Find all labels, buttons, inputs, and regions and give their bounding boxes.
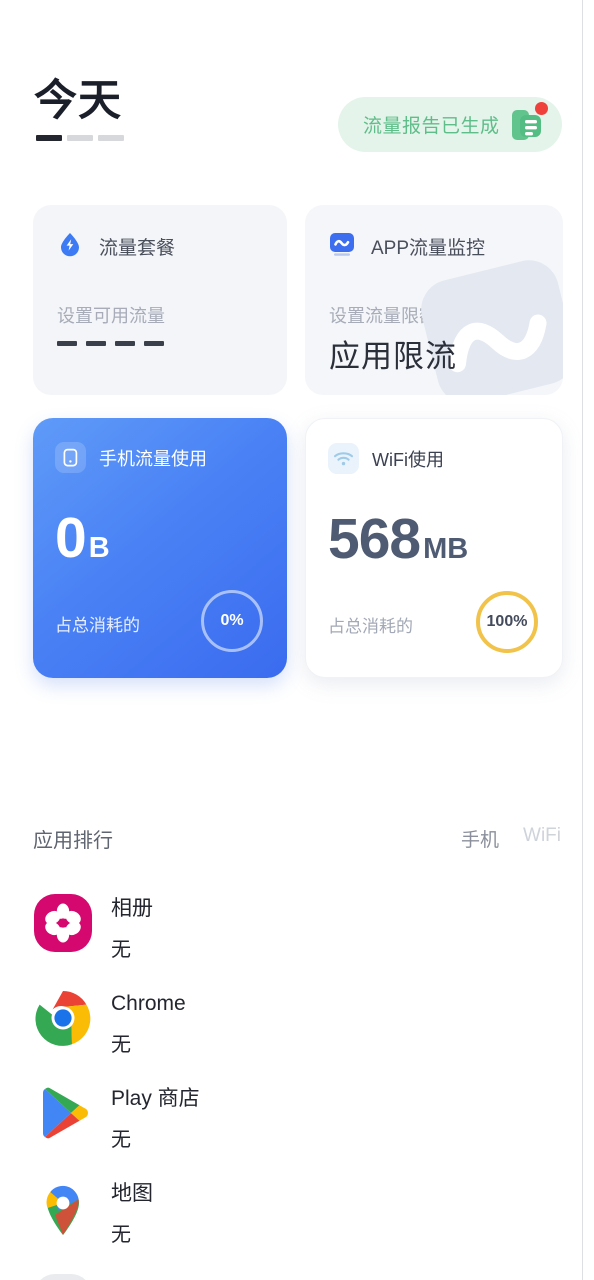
wifi-usage-unit: MB bbox=[423, 533, 469, 565]
app-ranking-list: 相册 无 Chrome 无 Play 商店 无 地图 无 bbox=[0, 886, 582, 1280]
play-store-icon bbox=[34, 1084, 92, 1142]
mobile-data-usage-footer: 占总消耗的 bbox=[55, 616, 140, 635]
app-name: Play 商店 bbox=[111, 1087, 200, 1110]
list-item[interactable]: 相册 无 bbox=[0, 886, 582, 981]
app-usage: 无 bbox=[111, 1034, 131, 1056]
title-block: 今天 bbox=[34, 76, 124, 141]
wifi-icon bbox=[328, 443, 359, 474]
notification-dot bbox=[535, 102, 548, 115]
data-plan-card[interactable]: 流量套餐 设置可用流量 bbox=[33, 205, 287, 395]
page-header: 今天 流量报告已生成 bbox=[0, 76, 582, 172]
mobile-data-usage-unit: B bbox=[88, 532, 110, 564]
list-item-text: Chrome 无 bbox=[111, 989, 186, 1060]
list-item[interactable]: Chrome 无 bbox=[0, 981, 582, 1076]
traffic-report-button[interactable]: 流量报告已生成 bbox=[338, 97, 562, 152]
app-traffic-monitor-card-title: APP流量监控 bbox=[371, 238, 486, 259]
partial-icon bbox=[34, 1274, 92, 1280]
water-drop-bolt-icon bbox=[57, 231, 83, 262]
data-plan-card-value-placeholder bbox=[57, 341, 164, 346]
list-item[interactable]: Play 商店 无 bbox=[0, 1076, 582, 1171]
mobile-data-usage-value: 0 B bbox=[55, 510, 110, 567]
traffic-report-label: 流量报告已生成 bbox=[363, 116, 500, 137]
app-usage: 无 bbox=[111, 939, 131, 961]
data-usage-screen: 今天 流量报告已生成 流量套餐 设置可用流量 APP流量监控 设置流量限额提醒 … bbox=[0, 0, 583, 1280]
wifi-usage-card[interactable]: WiFi使用 568 MB 占总消耗的 100% bbox=[305, 418, 563, 678]
chrome-icon bbox=[34, 989, 92, 1047]
app-usage: 无 bbox=[111, 1129, 131, 1151]
wifi-usage-number: 568 bbox=[328, 507, 421, 571]
mobile-data-usage-title: 手机流量使用 bbox=[99, 448, 207, 469]
list-item-text: 相册 无 bbox=[111, 894, 153, 965]
page-indicator-dot-1 bbox=[36, 135, 62, 141]
wifi-usage-value: 568 MB bbox=[328, 511, 468, 568]
app-usage: 无 bbox=[111, 1224, 131, 1246]
mobile-data-usage-header: 手机流量使用 bbox=[55, 442, 207, 473]
app-traffic-monitor-card-value: 应用限流 bbox=[329, 339, 457, 374]
wifi-usage-header: WiFi使用 bbox=[328, 443, 444, 474]
app-ranking-tabs: 手机 WiFi bbox=[461, 825, 561, 852]
app-name: 相册 bbox=[111, 897, 153, 920]
phone-icon bbox=[55, 442, 86, 473]
page-indicator-dot-2 bbox=[67, 135, 93, 141]
list-item[interactable]: 地图 无 bbox=[0, 1171, 582, 1266]
data-plan-card-title: 流量套餐 bbox=[99, 238, 176, 259]
data-plan-card-header: 流量套餐 bbox=[57, 231, 175, 262]
tab-wifi[interactable]: WiFi bbox=[523, 825, 561, 852]
report-document-icon bbox=[506, 102, 548, 146]
wifi-usage-percent: 100% bbox=[486, 613, 528, 630]
page-title: 今天 bbox=[34, 78, 122, 125]
usage-stats-row: 手机流量使用 0 B 占总消耗的 0% WiFi使用 568 MB 占总消耗的 … bbox=[0, 418, 582, 683]
list-item-text: Play 商店 无 bbox=[111, 1084, 200, 1155]
settings-card-row: 流量套餐 设置可用流量 APP流量监控 设置流量限额提醒 应用限流 bbox=[0, 205, 582, 395]
mobile-data-usage-percent: 0% bbox=[220, 612, 244, 629]
list-item-text: 地图 无 bbox=[111, 1179, 153, 1250]
maps-pin-icon bbox=[34, 1179, 92, 1237]
wifi-usage-percent-ring: 100% bbox=[476, 591, 538, 653]
mobile-data-usage-percent-ring: 0% bbox=[201, 590, 263, 652]
app-ranking-title: 应用排行 bbox=[33, 830, 113, 852]
app-name: 地图 bbox=[111, 1182, 153, 1205]
app-ranking-header: 应用排行 手机 WiFi bbox=[0, 824, 582, 858]
app-wave-icon bbox=[329, 231, 355, 262]
page-indicator bbox=[36, 135, 124, 141]
page-indicator-dot-3 bbox=[98, 135, 124, 141]
mobile-data-usage-number: 0 bbox=[55, 506, 87, 570]
mobile-data-usage-card[interactable]: 手机流量使用 0 B 占总消耗的 0% bbox=[33, 418, 287, 678]
app-traffic-monitor-card[interactable]: APP流量监控 设置流量限额提醒 应用限流 bbox=[305, 205, 563, 395]
app-name: Chrome bbox=[111, 992, 186, 1015]
wifi-usage-footer: 占总消耗的 bbox=[328, 617, 413, 636]
gallery-flower-icon bbox=[34, 894, 92, 952]
data-plan-card-subtitle: 设置可用流量 bbox=[57, 306, 165, 326]
tab-mobile[interactable]: 手机 bbox=[461, 825, 499, 852]
list-item[interactable] bbox=[0, 1266, 582, 1280]
wifi-usage-title: WiFi使用 bbox=[372, 449, 444, 470]
